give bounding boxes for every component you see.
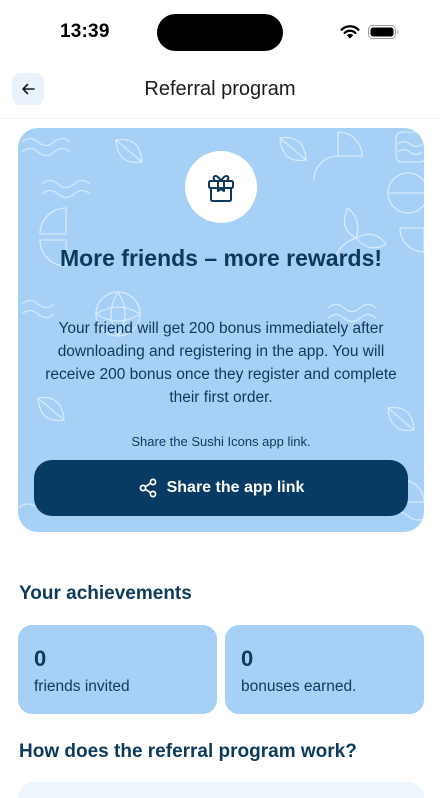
status-time: 13:39 (60, 21, 110, 42)
nav-bar: Referral program (0, 66, 440, 116)
how-it-works-card (18, 782, 424, 798)
page-title: Referral program (144, 78, 296, 100)
stat-value: 0 (241, 646, 254, 671)
promo-heading: More friends – more rewards! (59, 245, 383, 271)
referral-promo-card: More friends – more rewards! Your friend… (18, 128, 424, 532)
stat-label: bonuses earned. (241, 678, 357, 695)
nav-divider (0, 118, 440, 119)
share-hint: Share the Sushi Icons app link. (131, 434, 311, 449)
achievements-title: Your achievements (19, 583, 192, 604)
gift-badge (185, 151, 257, 223)
share-icon (139, 478, 157, 498)
gift-icon (208, 175, 234, 202)
stat-card-friends-invited: 0 friends invited (18, 625, 217, 714)
share-button-label: Share the app link (166, 479, 305, 496)
how-it-works-title: How does the referral program work? (19, 741, 357, 762)
stat-value: 0 (34, 646, 47, 671)
promo-description: Your friend will get 200 bonus immediate… (45, 320, 397, 406)
battery-icon (368, 25, 399, 39)
status-bar: 13:39 (0, 0, 440, 62)
wifi-icon (340, 25, 360, 39)
stat-card-bonuses-earned: 0 bonuses earned. (225, 625, 424, 714)
share-app-link-button[interactable]: Share the app link (34, 460, 408, 516)
dynamic-island (157, 14, 283, 51)
stat-label: friends invited (34, 678, 130, 695)
